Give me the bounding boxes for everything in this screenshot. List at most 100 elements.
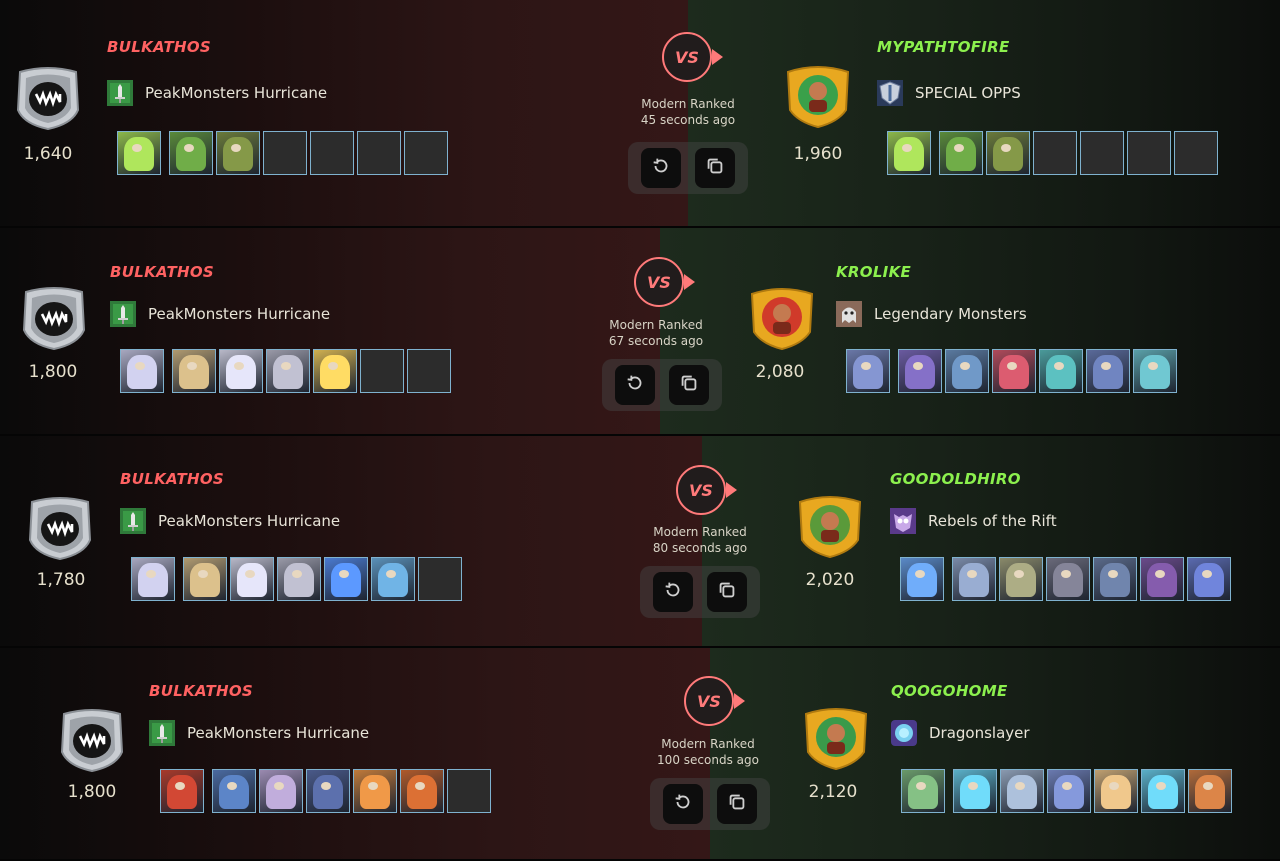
opponent-guild[interactable]: SPECIAL OPPS [877,79,1021,107]
monster-card[interactable] [1188,769,1232,813]
battle-row: BULKATHOS 1,780 PeakMonsters Hurricane GOOD… [0,436,1280,648]
monster-card[interactable] [945,349,989,393]
monster-card[interactable] [898,349,942,393]
battle-row: BULKATHOS 1,640 PeakMonsters Hurricane MYPA… [0,0,1280,228]
copy-team-button[interactable] [716,784,757,824]
monster-card[interactable] [1093,557,1137,601]
monster-card[interactable] [1039,349,1083,393]
opponent-team [900,557,1234,601]
opponent-guild[interactable]: Legendary Monsters [836,300,1027,328]
player-name[interactable]: BULKATHOS [110,263,214,281]
opponent-name[interactable]: MYPATHTOFIRE [877,38,1010,56]
opponent-name[interactable]: KROLIKE [836,263,911,281]
guild-name: Legendary Monsters [874,305,1027,323]
summoner-card[interactable] [117,131,161,175]
monster-card[interactable] [1140,557,1184,601]
monster-card[interactable] [324,557,368,601]
replay-button[interactable] [615,365,656,405]
monster-card[interactable] [1046,557,1090,601]
monster-card[interactable] [986,131,1030,175]
battle-format: Modern Ranked [641,97,735,111]
monster-card[interactable] [212,769,256,813]
card-art [1100,563,1130,597]
card-art [331,563,361,597]
monster-card[interactable] [259,769,303,813]
monster-card[interactable] [1133,349,1177,393]
card-face [227,782,237,790]
monster-card[interactable] [353,769,397,813]
monster-card[interactable] [1047,769,1091,813]
opponent-team [901,769,1235,813]
copy-team-button[interactable] [694,148,735,188]
summoner-card[interactable] [120,349,164,393]
vs-badge: VS [684,676,745,726]
monster-card[interactable] [266,349,310,393]
opponent-name[interactable]: QOOGOHOME [891,682,1008,700]
opponent-rating: 2,080 [755,362,805,382]
monster-card[interactable] [169,131,213,175]
battle-list: BULKATHOS 1,640 PeakMonsters Hurricane MYPA… [0,0,1280,861]
monster-card[interactable] [172,349,216,393]
summoner-card[interactable] [131,557,175,601]
copy-team-button[interactable] [668,365,709,405]
monster-card[interactable] [952,557,996,601]
card-face [913,362,923,370]
monster-card[interactable] [277,557,321,601]
player-guild[interactable]: PeakMonsters Hurricane [107,79,327,107]
card-face [915,570,925,578]
monster-card[interactable] [1000,769,1044,813]
opponent-guild[interactable]: Rebels of the Rift [890,507,1057,535]
opponent-name[interactable]: GOODOLDHIRO [890,470,1021,488]
card-art [999,355,1029,389]
monster-card[interactable] [939,131,983,175]
replay-icon [650,155,672,181]
monster-card[interactable] [1094,769,1138,813]
monster-card[interactable] [999,557,1043,601]
sword-banner-icon [120,508,146,534]
sword-banner-icon [110,301,136,327]
battle-time: 67 seconds ago [608,334,704,348]
monster-card[interactable] [992,349,1036,393]
player-guild[interactable]: PeakMonsters Hurricane [149,719,369,747]
player-name[interactable]: BULKATHOS [120,470,224,488]
summoner-card[interactable] [887,131,931,175]
card-art [190,563,220,597]
summoner-card[interactable] [160,769,204,813]
card-art [959,563,989,597]
monster-card[interactable] [219,349,263,393]
player-guild[interactable]: PeakMonsters Hurricane [110,300,330,328]
vs-badge: VS [634,257,695,307]
monster-card[interactable] [306,769,350,813]
player-name[interactable]: BULKATHOS [149,682,253,700]
card-face [146,570,156,578]
replay-button[interactable] [641,148,682,188]
monster-card[interactable] [953,769,997,813]
replay-button[interactable] [653,572,694,612]
monster-card[interactable] [313,349,357,393]
card-art [993,137,1023,171]
battle-row: BULKATHOS 1,800 PeakMonsters Hurricane KROL… [0,228,1280,436]
copy-team-button[interactable] [706,572,747,612]
monster-card[interactable] [183,557,227,601]
vs-badge: VS [662,32,723,82]
monster-card[interactable] [1141,769,1185,813]
summoner-card[interactable] [901,769,945,813]
card-face [1202,570,1212,578]
player-name[interactable]: BULKATHOS [107,38,211,56]
summoner-card[interactable] [846,349,890,393]
monster-card[interactable] [1086,349,1130,393]
monster-card[interactable] [230,557,274,601]
card-face [231,144,241,152]
monster-card[interactable] [371,557,415,601]
player-guild[interactable]: PeakMonsters Hurricane [120,507,340,535]
card-face [1108,570,1118,578]
battle-format: Modern Ranked [653,525,747,539]
monster-card[interactable] [400,769,444,813]
replay-button[interactable] [663,784,704,824]
card-face [274,782,284,790]
card-art [360,775,390,809]
opponent-guild[interactable]: Dragonslayer [891,719,1030,747]
summoner-card[interactable] [900,557,944,601]
monster-card[interactable] [216,131,260,175]
monster-card[interactable] [1187,557,1231,601]
